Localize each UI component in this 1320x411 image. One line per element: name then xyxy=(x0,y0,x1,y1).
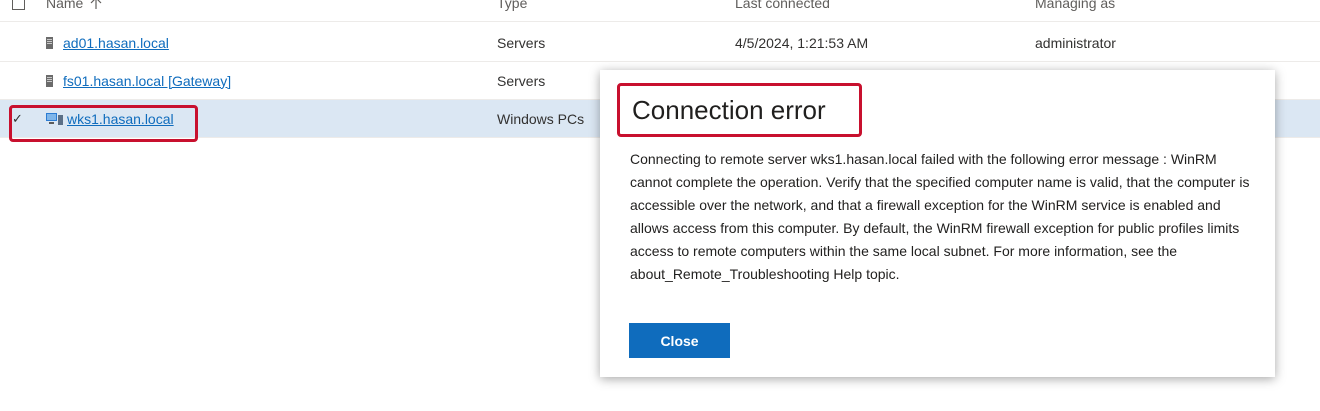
row-name-cell: ad01.hasan.local xyxy=(46,24,169,61)
connection-error-dialog: Connection error Connecting to remote se… xyxy=(600,70,1275,377)
row-managing-as-cell: administrator xyxy=(1035,34,1116,51)
table-row[interactable]: ad01.hasan.local Servers 4/5/2024, 1:21:… xyxy=(0,24,1320,62)
column-header-managing-as[interactable]: Managing as xyxy=(1035,0,1115,21)
table-header: Name Type Last connected Managing as xyxy=(0,0,1320,22)
row-name-cell: fs01.hasan.local [Gateway] xyxy=(46,62,231,99)
column-last-connected-label: Last connected xyxy=(735,0,830,11)
column-managing-as-label: Managing as xyxy=(1035,0,1116,11)
row-last-connected-cell: 4/5/2024, 1:21:53 AM xyxy=(735,34,869,51)
server-icon xyxy=(46,36,53,49)
row-type-cell: Servers xyxy=(497,34,546,51)
column-header-name[interactable]: Name xyxy=(46,0,103,21)
dialog-title-highlight: Connection error xyxy=(617,83,862,137)
server-link[interactable]: ad01.hasan.local xyxy=(63,35,169,51)
server-icon xyxy=(46,74,53,87)
dialog-title: Connection error xyxy=(632,94,826,125)
annotation-highlight-box xyxy=(9,105,198,142)
column-header-type[interactable]: Type xyxy=(497,0,527,21)
dialog-message: Connecting to remote server wks1.hasan.l… xyxy=(630,151,1250,282)
select-all-checkbox[interactable] xyxy=(12,0,32,21)
column-type-label: Type xyxy=(497,0,528,11)
close-button[interactable]: Close xyxy=(629,323,730,358)
server-link[interactable]: fs01.hasan.local [Gateway] xyxy=(63,73,231,89)
column-name-label: Name xyxy=(46,0,84,11)
row-type-cell: Servers xyxy=(497,72,546,89)
checkbox-box xyxy=(12,0,25,10)
sort-ascending-icon xyxy=(90,0,102,9)
column-header-last-connected[interactable]: Last connected xyxy=(735,0,830,21)
row-type-cell: Windows PCs xyxy=(497,110,585,127)
